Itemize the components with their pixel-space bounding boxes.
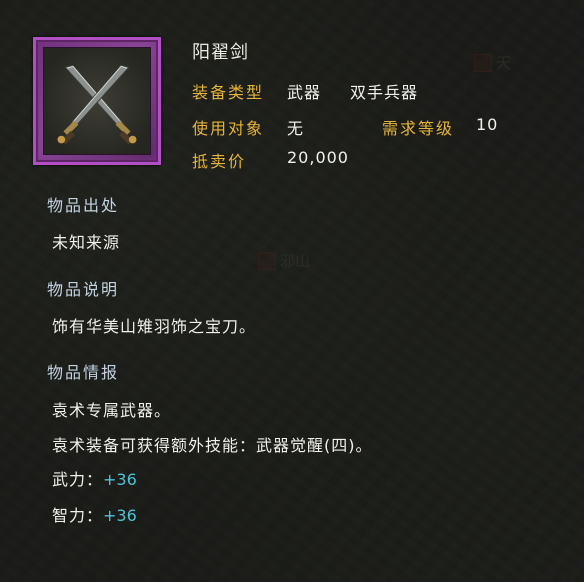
attr-row-intellect: 智力：+36 — [52, 502, 137, 526]
attr-value: +36 — [103, 470, 137, 489]
required-level-label: 需求等级 — [382, 119, 455, 138]
description-title: 物品说明 — [47, 280, 120, 299]
item-icon-slot — [43, 47, 151, 155]
user-value: 无 — [287, 119, 305, 138]
crossed-swords-icon — [57, 64, 137, 145]
equip-type-sub: 双手兵器 — [350, 83, 419, 102]
attr-name: 武力： — [52, 470, 104, 489]
required-level-value: 10 — [476, 115, 499, 134]
attr-name: 智力： — [52, 506, 104, 525]
info-line: 袁术专属武器。 — [52, 401, 172, 420]
item-name: 阳翟剑 — [192, 42, 249, 63]
origin-title: 物品出处 — [47, 196, 120, 215]
sell-price-value: 20,000 — [287, 148, 349, 167]
origin-text: 未知来源 — [52, 233, 121, 252]
user-label: 使用对象 — [192, 119, 265, 138]
info-title: 物品情报 — [47, 363, 120, 382]
item-tooltip: 阳翟剑 装备类型 武器 双手兵器 使用对象 无 需求等级 10 抵卖价 20,0… — [0, 0, 584, 582]
item-icon-frame — [33, 37, 161, 165]
attr-row-strength: 武力：+36 — [52, 466, 137, 490]
equip-type-value: 武器 — [287, 83, 322, 102]
attr-value: +36 — [103, 506, 137, 525]
description-text: 饰有华美山雉羽饰之宝刀。 — [52, 317, 257, 336]
sell-price-label: 抵卖价 — [192, 152, 247, 171]
info-line: 袁术装备可获得额外技能：武器觉醒(四)。 — [52, 436, 373, 455]
equip-type-label: 装备类型 — [192, 83, 265, 102]
